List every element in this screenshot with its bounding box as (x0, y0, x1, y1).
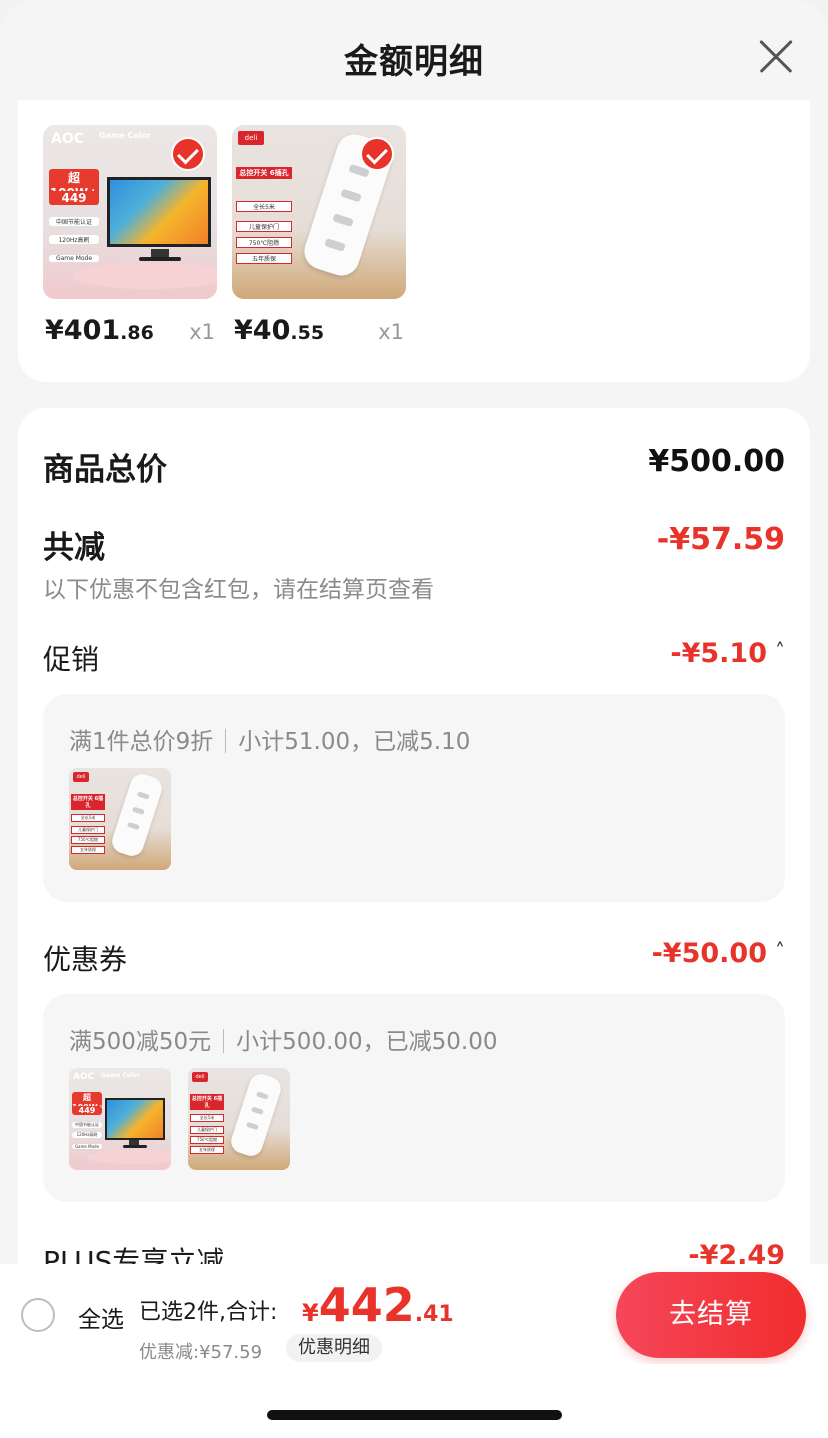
product-item[interactable]: deli 总控开关 6插孔 全长5米 儿童保护门 750℃阻燃 五年质保 ¥40… (232, 125, 406, 346)
checked-icon[interactable] (171, 137, 205, 171)
feature-tag: 750℃阻燃 (236, 237, 292, 248)
chevron-up-icon[interactable]: ˄ (775, 639, 785, 663)
coupon-product-thumb[interactable]: deli 总控开关 6插孔 全长5米 儿童保护门 750℃阻燃 五年质保 (188, 1068, 290, 1170)
coupon-label: 优惠券 (43, 943, 128, 976)
coupon-product-thumb[interactable]: AOC Game Color 超100W+ 449 中国节能认证 120Hz高刷… (69, 1068, 171, 1170)
coupon-panel: 满500减50元 小计500.00，已减50.00 AOC Game Color … (43, 994, 785, 1202)
promotion-value[interactable]: -¥5.10 ˄ (670, 638, 785, 669)
feature-tag: 五年质保 (236, 253, 292, 264)
chevron-up-icon[interactable]: ˄ (775, 939, 785, 963)
goods-total-label: 商品总价 (43, 452, 167, 488)
product-image-monitor[interactable]: AOC Game Color 超100W+ 449 中国节能认证 120Hz高刷… (43, 125, 217, 299)
select-all-radio[interactable] (21, 1298, 55, 1332)
reduce-note: 以下优惠不包含红包，请在结算页查看 (43, 577, 434, 603)
series-label: Game Color (99, 131, 152, 140)
brand-logo: deli (238, 131, 264, 145)
checked-icon[interactable] (360, 137, 394, 171)
amount-detail-sheet: 金额明细 AOC Game Color 超100W+ 449 中国节能认证 12… (0, 0, 828, 1438)
headline-tag: 总控开关 6插孔 (236, 167, 292, 179)
feature-tag: 儿童保护门 (236, 221, 292, 232)
discount-summary: 优惠减:¥57.59 (139, 1342, 263, 1363)
discount-detail-button[interactable]: 优惠明细 (286, 1334, 382, 1362)
coupon-desc: 满500减50元 小计500.00，已减50.00 (69, 1029, 498, 1055)
sheet-title: 金额明细 (344, 42, 484, 82)
home-indicator-area (0, 1364, 828, 1438)
promotion-product-thumb[interactable]: deli 总控开关 6插孔 全长5米 儿童保护门 750℃阻燃 五年质保 (69, 768, 171, 870)
product-quantity: x1 (378, 320, 404, 344)
checkout-button[interactable]: 去结算 (616, 1272, 806, 1358)
goods-total-value: ¥500.00 (648, 444, 785, 479)
coupon-value[interactable]: -¥50.00 ˄ (652, 938, 785, 969)
product-image-power-strip[interactable]: deli 总控开关 6插孔 全长5米 儿童保护门 750℃阻燃 五年质保 (232, 125, 406, 299)
home-indicator[interactable] (267, 1410, 562, 1420)
feature-tag: 全长5米 (236, 201, 292, 212)
sheet-header: 金额明细 (0, 0, 828, 108)
brand-logo: AOC (51, 131, 85, 147)
total-price: ¥442.41 (302, 1278, 454, 1332)
promotion-label: 促销 (43, 643, 100, 676)
feature-tag: Game Mode (49, 255, 99, 262)
select-all-label[interactable]: 全选 (78, 1300, 124, 1334)
selected-summary: 已选2件,合计: (139, 1300, 278, 1325)
product-price: ¥40.55 (234, 315, 325, 346)
price-tag: 449 (49, 191, 99, 205)
feature-tag: 中国节能认证 (49, 217, 99, 226)
feature-tag: 120Hz高刷 (49, 235, 99, 244)
reduce-value: -¥57.59 (656, 522, 785, 557)
product-list-card: AOC Game Color 超100W+ 449 中国节能认证 120Hz高刷… (18, 100, 810, 382)
product-price: ¥401.86 (45, 315, 154, 346)
promotion-panel: 满1件总价9折 小计51.00，已减5.10 deli 总控开关 6插孔 全长5米… (43, 694, 785, 902)
reduce-label: 共减 (43, 530, 105, 566)
promotion-desc: 满1件总价9折 小计51.00，已减5.10 (69, 729, 471, 755)
checkout-bar: 全选 已选2件,合计: ¥442.41 优惠减:¥57.59 优惠明细 去结算 (0, 1264, 828, 1364)
product-quantity: x1 (189, 320, 215, 344)
product-item[interactable]: AOC Game Color 超100W+ 449 中国节能认证 120Hz高刷… (43, 125, 217, 346)
price-breakdown-card: 商品总价 ¥500.00 共减 -¥57.59 以下优惠不包含红包，请在结算页查… (18, 408, 810, 1308)
close-icon[interactable] (758, 38, 794, 74)
